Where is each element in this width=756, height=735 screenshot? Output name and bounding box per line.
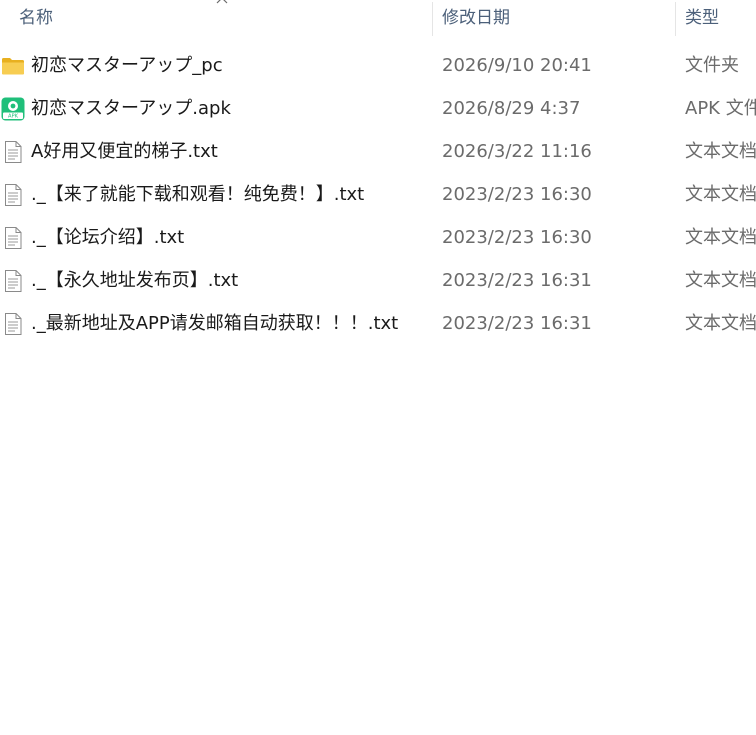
file-modified-date: 2026/3/22 11:16 xyxy=(442,141,592,162)
file-type: 文本文档 xyxy=(685,270,756,291)
text-file-icon xyxy=(1,140,25,164)
file-type: 文本文档 xyxy=(685,227,756,248)
column-divider[interactable] xyxy=(675,2,676,36)
apk-icon: APK xyxy=(1,97,25,121)
file-modified-date: 2023/2/23 16:31 xyxy=(442,270,592,291)
file-name[interactable]: ._【来了就能下载和观看！纯免费！】.txt xyxy=(31,173,364,216)
file-name[interactable]: 初恋マスターアップ_pc xyxy=(31,44,223,87)
file-row[interactable]: 初恋マスターアップ_pc 2026/9/10 20:41 文件夹 xyxy=(0,44,756,87)
file-modified-date: 2023/2/23 16:31 xyxy=(442,313,592,334)
text-file-icon xyxy=(1,183,25,207)
text-file-icon xyxy=(1,269,25,293)
file-modified-date: 2023/2/23 16:30 xyxy=(442,184,592,205)
file-type: 文本文档 xyxy=(685,313,756,334)
file-type: APK 文件 xyxy=(685,98,756,119)
text-file-icon xyxy=(1,312,25,336)
file-row[interactable]: ._【永久地址发布页】.txt 2023/2/23 16:31 文本文档 xyxy=(0,259,756,302)
file-row[interactable]: ._最新地址及APP请发邮箱自动获取！！！.txt 2023/2/23 16:31… xyxy=(0,302,756,345)
file-name[interactable]: ._【论坛介绍】.txt xyxy=(31,216,184,259)
file-modified-date: 2023/2/23 16:30 xyxy=(442,227,592,248)
text-file-icon xyxy=(1,226,25,250)
column-header-modified[interactable]: 修改日期 xyxy=(442,0,662,36)
file-row[interactable]: ._【来了就能下载和观看！纯免费！】.txt 2023/2/23 16:30 文本文… xyxy=(0,173,756,216)
column-divider[interactable] xyxy=(432,2,433,36)
file-row[interactable]: A好用又便宜的梯子.txt 2026/3/22 11:16 文本文档 xyxy=(0,130,756,173)
file-modified-date: 2026/9/10 20:41 xyxy=(442,55,592,76)
svg-text:APK: APK xyxy=(8,114,19,120)
column-header-type[interactable]: 类型 xyxy=(685,0,756,36)
file-type: 文件夹 xyxy=(685,55,739,76)
folder-icon xyxy=(1,54,25,78)
file-row[interactable]: APK 初恋マスターアップ.apk 2026/8/29 4:37 APK 文件 xyxy=(0,87,756,130)
file-row[interactable]: ._【论坛介绍】.txt 2023/2/23 16:30 文本文档 xyxy=(0,216,756,259)
file-name[interactable]: 初恋マスターアップ.apk xyxy=(31,87,231,130)
column-header-bar: 名称 修改日期 类型 xyxy=(0,0,756,36)
file-name[interactable]: ._最新地址及APP请发邮箱自动获取！！！.txt xyxy=(31,302,398,345)
file-modified-date: 2026/8/29 4:37 xyxy=(442,98,581,119)
file-explorer: 名称 修改日期 类型 初恋マスターアップ_pc 2026/9/10 20:41 文件… xyxy=(0,0,756,735)
file-list: 初恋マスターアップ_pc 2026/9/10 20:41 文件夹 APK 初恋マスターア… xyxy=(0,44,756,345)
file-name[interactable]: A好用又便宜的梯子.txt xyxy=(31,130,218,173)
file-type: 文本文档 xyxy=(685,184,756,205)
file-type: 文本文档 xyxy=(685,141,756,162)
chevron-up-icon xyxy=(216,0,228,4)
file-name[interactable]: ._【永久地址发布页】.txt xyxy=(31,259,238,302)
